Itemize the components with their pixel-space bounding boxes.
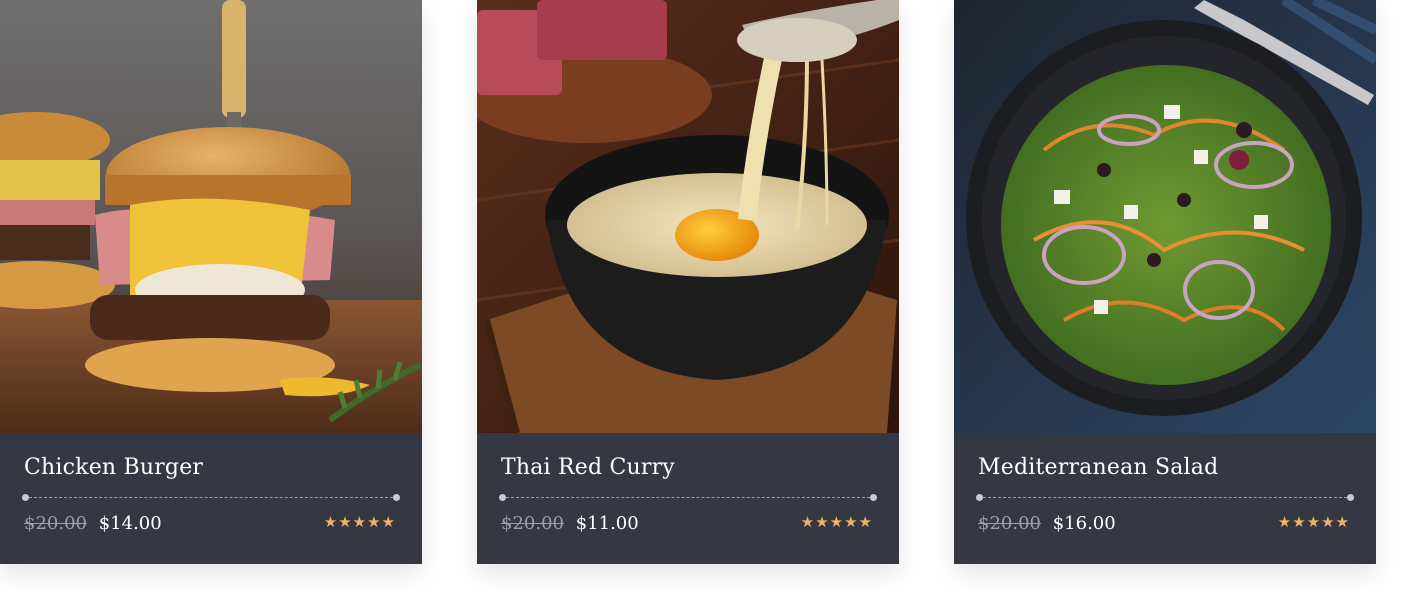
menu-item-title[interactable]: Chicken Burger — [24, 455, 203, 480]
dashed-divider — [22, 494, 400, 501]
dashed-divider — [976, 494, 1354, 501]
divider-dot — [22, 494, 29, 501]
divider-dot — [870, 494, 877, 501]
price-group: $20.00 $16.00 — [978, 513, 1116, 534]
divider-dot — [393, 494, 400, 501]
divider-dot — [976, 494, 983, 501]
menu-item-title[interactable]: Thai Red Curry — [501, 455, 675, 480]
sale-price: $16.00 — [1052, 513, 1116, 534]
menu-card-chicken-burger[interactable]: Chicken Burger $20.00 $14.00 ★★★★★ — [0, 0, 422, 564]
menu-card-info: Mediterranean Salad $20.00 $16.00 ★★★★★ — [954, 433, 1376, 564]
mediterranean-salad-photo[interactable] — [954, 0, 1376, 433]
menu-item-title[interactable]: Mediterranean Salad — [978, 455, 1218, 480]
sale-price: $11.00 — [575, 513, 639, 534]
price-group: $20.00 $14.00 — [24, 513, 162, 534]
dashed-divider — [499, 494, 877, 501]
original-price: $20.00 — [501, 513, 564, 534]
chicken-burger-photo[interactable] — [0, 0, 422, 433]
thai-red-curry-photo[interactable] — [477, 0, 899, 433]
menu-card-thai-red-curry[interactable]: Thai Red Curry $20.00 $11.00 ★★★★★ — [477, 0, 899, 564]
divider-dot — [499, 494, 506, 501]
price-group: $20.00 $11.00 — [501, 513, 639, 534]
sale-price: $14.00 — [98, 513, 162, 534]
star-rating: ★★★★★ — [800, 513, 873, 531]
divider-dot — [1347, 494, 1354, 501]
star-rating: ★★★★★ — [323, 513, 396, 531]
menu-card-info: Chicken Burger $20.00 $14.00 ★★★★★ — [0, 433, 422, 564]
original-price: $20.00 — [24, 513, 87, 534]
original-price: $20.00 — [978, 513, 1041, 534]
star-rating: ★★★★★ — [1277, 513, 1350, 531]
menu-card-mediterranean-salad[interactable]: Mediterranean Salad $20.00 $16.00 ★★★★★ — [954, 0, 1376, 564]
menu-card-info: Thai Red Curry $20.00 $11.00 ★★★★★ — [477, 433, 899, 564]
